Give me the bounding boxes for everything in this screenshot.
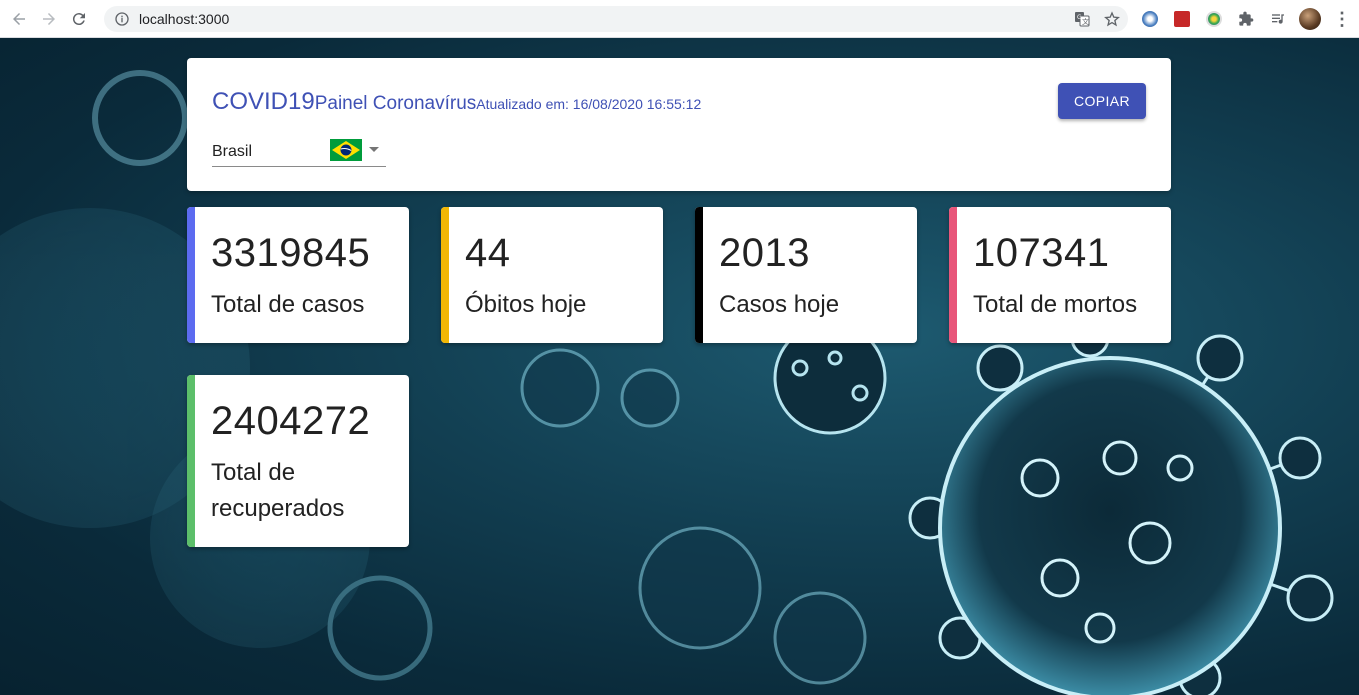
extension-globe-icon[interactable]	[1202, 7, 1226, 31]
stat-value: 2013	[719, 231, 810, 275]
country-select[interactable]: Brasil	[212, 133, 386, 167]
reload-icon[interactable]	[64, 4, 94, 34]
svg-text:文: 文	[1082, 17, 1089, 26]
profile-avatar[interactable]	[1298, 7, 1322, 31]
country-selected-value: Brasil	[212, 142, 253, 160]
svg-text:G: G	[1077, 14, 1082, 21]
app-title: COVID19	[212, 88, 315, 115]
stat-value: 3319845	[211, 231, 371, 275]
stat-card-deaths-today: 44 Óbitos hoje	[441, 207, 663, 343]
stat-label: Total de recuperados	[211, 459, 345, 522]
menu-kebab-icon[interactable]: ⋮	[1330, 7, 1354, 31]
url-text[interactable]: localhost:3000	[139, 11, 229, 27]
puzzle-icon[interactable]	[1234, 7, 1258, 31]
title-row: COVID19 Painel Coronavírus Atualizado em…	[212, 88, 701, 116]
stat-label: Total de casos	[211, 291, 365, 318]
app-subtitle: Painel Coronavírus	[314, 93, 477, 114]
header-card: COVID19 Painel Coronavírus Atualizado em…	[187, 58, 1171, 191]
address-bar[interactable]: localhost:3000 文G	[104, 6, 1128, 32]
stat-card-total-cases: 3319845 Total de casos	[187, 207, 409, 343]
stat-value: 107341	[973, 231, 1110, 275]
browser-toolbar: localhost:3000 文G ⋮	[0, 0, 1359, 38]
stat-card-total-deaths: 107341 Total de mortos	[949, 207, 1171, 343]
accent-bar	[949, 207, 957, 343]
bookmark-star-icon[interactable]	[1102, 9, 1122, 29]
translate-icon[interactable]: 文G	[1072, 9, 1092, 29]
stat-label: Casos hoje	[719, 291, 840, 318]
forward-arrow-icon[interactable]	[34, 4, 64, 34]
stat-label: Total de mortos	[973, 291, 1138, 318]
accent-bar	[695, 207, 703, 343]
brazil-flag-icon	[330, 139, 362, 161]
stat-value: 2404272	[211, 399, 371, 443]
stat-card-cases-today: 2013 Casos hoje	[695, 207, 917, 343]
chevron-down-icon[interactable]	[369, 147, 379, 152]
media-queue-icon[interactable]	[1266, 7, 1290, 31]
extension-blue-icon[interactable]	[1138, 7, 1162, 31]
accent-bar	[187, 207, 195, 343]
accent-bar	[441, 207, 449, 343]
updated-timestamp: Atualizado em: 16/08/2020 16:55:12	[476, 96, 702, 112]
stat-label: Óbitos hoje	[465, 291, 587, 318]
site-info-icon[interactable]	[114, 11, 130, 27]
back-arrow-icon[interactable]	[4, 4, 34, 34]
extension-red-icon[interactable]	[1170, 7, 1194, 31]
accent-bar	[187, 375, 195, 547]
stat-value: 44	[465, 231, 511, 275]
stat-card-total-recovered: 2404272 Total de recuperados	[187, 375, 409, 547]
copy-button[interactable]: COPIAR	[1058, 83, 1146, 119]
